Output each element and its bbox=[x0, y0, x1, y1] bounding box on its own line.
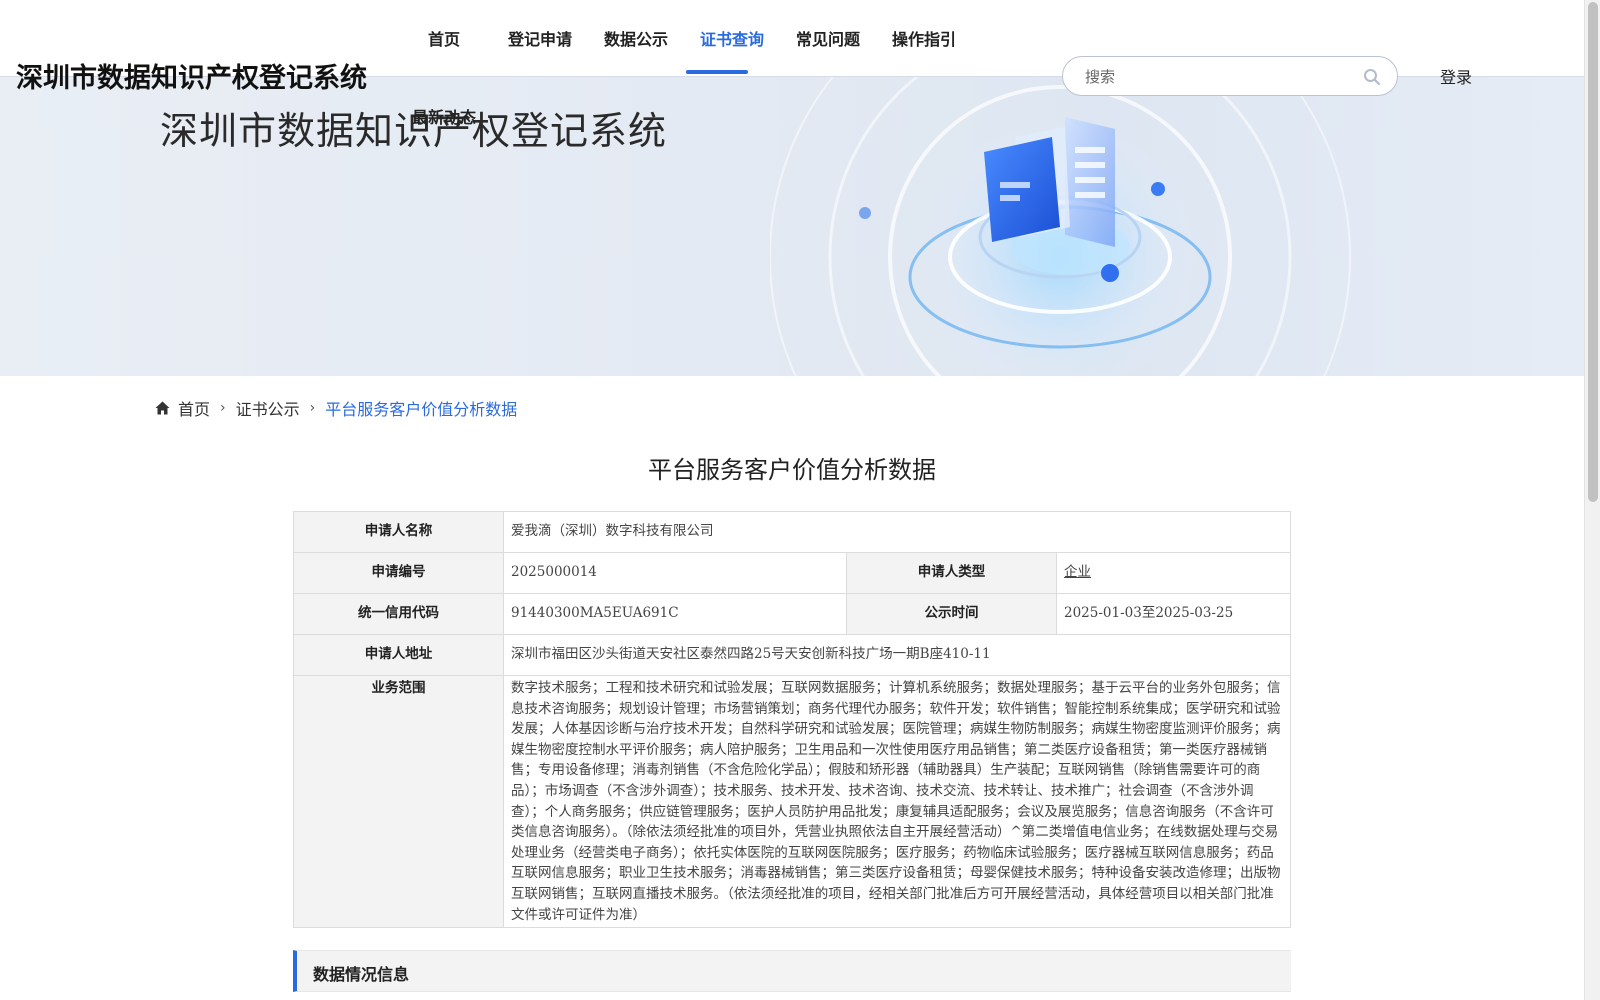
chevron-right-icon: › bbox=[309, 400, 316, 416]
nav-faq[interactable]: 常见问题 bbox=[796, 26, 860, 50]
search-icon[interactable] bbox=[1363, 68, 1381, 86]
nav-latest-news[interactable]: 最新动态 bbox=[412, 104, 476, 128]
table-row: 申请人名称 爱我滴（深圳）数字科技有限公司 bbox=[293, 511, 1291, 553]
breadcrumb: 首页 › 证书公示 › 平台服务客户价值分析数据 bbox=[155, 396, 517, 420]
business-scope-label: 业务范围 bbox=[293, 674, 504, 929]
credit-code-label: 统一信用代码 bbox=[293, 593, 504, 635]
address-label: 申请人地址 bbox=[293, 634, 504, 676]
search-box bbox=[1062, 56, 1398, 96]
applicant-info-table: 申请人名称 爱我滴（深圳）数字科技有限公司 申请编号 2025000014 申请… bbox=[293, 511, 1291, 929]
nav-guide[interactable]: 操作指引 bbox=[892, 26, 956, 50]
nav-active-indicator bbox=[686, 70, 748, 74]
main-nav: 首页 登记申请 数据公示 证书查询 常见问题 操作指引 bbox=[400, 0, 980, 130]
breadcrumb-current: 平台服务客户价值分析数据 bbox=[325, 400, 518, 419]
app-no-label: 申请编号 bbox=[293, 552, 504, 594]
table-row: 统一信用代码 91440300MA5EUA691C 公示时间 2025-01-0… bbox=[293, 593, 1291, 635]
credit-code-value: 91440300MA5EUA691C bbox=[503, 593, 847, 635]
applicant-type-text: 企业 bbox=[1064, 564, 1091, 580]
business-scope-value: 数字技术服务；工程和技术研究和试验发展；互联网数据服务；计算机系统服务；数据处理… bbox=[503, 674, 1291, 929]
nav-register-apply[interactable]: 登记申请 bbox=[508, 26, 572, 50]
nav-certificate-query[interactable]: 证书查询 bbox=[700, 26, 764, 50]
breadcrumb-certificate-publicity[interactable]: 证书公示 bbox=[236, 396, 300, 420]
app-no-value: 2025000014 bbox=[503, 552, 847, 594]
nav-data-publicity[interactable]: 数据公示 bbox=[604, 26, 668, 50]
scrollbar-thumb[interactable] bbox=[1588, 2, 1598, 502]
table-row: 申请编号 2025000014 申请人类型 企业 bbox=[293, 552, 1291, 594]
applicant-type-value: 企业 bbox=[1056, 552, 1291, 594]
publicity-time-label: 公示时间 bbox=[846, 593, 1057, 635]
chevron-right-icon: › bbox=[220, 400, 226, 416]
page-scrollbar[interactable] bbox=[1584, 0, 1600, 1000]
site-title: 深圳市数据知识产权登记系统 bbox=[16, 63, 367, 94]
applicant-name-label: 申请人名称 bbox=[293, 511, 504, 553]
nav-home[interactable]: 首页 bbox=[428, 26, 460, 50]
login-link[interactable]: 登录 bbox=[1440, 64, 1472, 88]
address-value: 深圳市福田区沙头街道天安社区泰然四路25号天安创新科技广场一期B座410-11 bbox=[503, 634, 1291, 676]
data-info-section-header: 数据情况信息 bbox=[293, 950, 1291, 992]
section-title: 数据情况信息 bbox=[313, 965, 410, 984]
breadcrumb-home[interactable]: 首页 bbox=[178, 396, 210, 420]
table-row: 业务范围 数字技术服务；工程和技术研究和试验发展；互联网数据服务；计算机系统服务… bbox=[293, 674, 1291, 929]
page-title: 平台服务客户价值分析数据 bbox=[648, 456, 936, 484]
home-icon bbox=[155, 401, 170, 415]
applicant-name-value: 爱我滴（深圳）数字科技有限公司 bbox=[503, 511, 1291, 553]
table-row: 申请人地址 深圳市福田区沙头街道天安社区泰然四路25号天安创新科技广场一期B座4… bbox=[293, 634, 1291, 676]
applicant-type-label: 申请人类型 bbox=[846, 552, 1057, 594]
publicity-time-value: 2025-01-03至2025-03-25 bbox=[1056, 593, 1291, 635]
search-input[interactable] bbox=[1085, 65, 1345, 89]
